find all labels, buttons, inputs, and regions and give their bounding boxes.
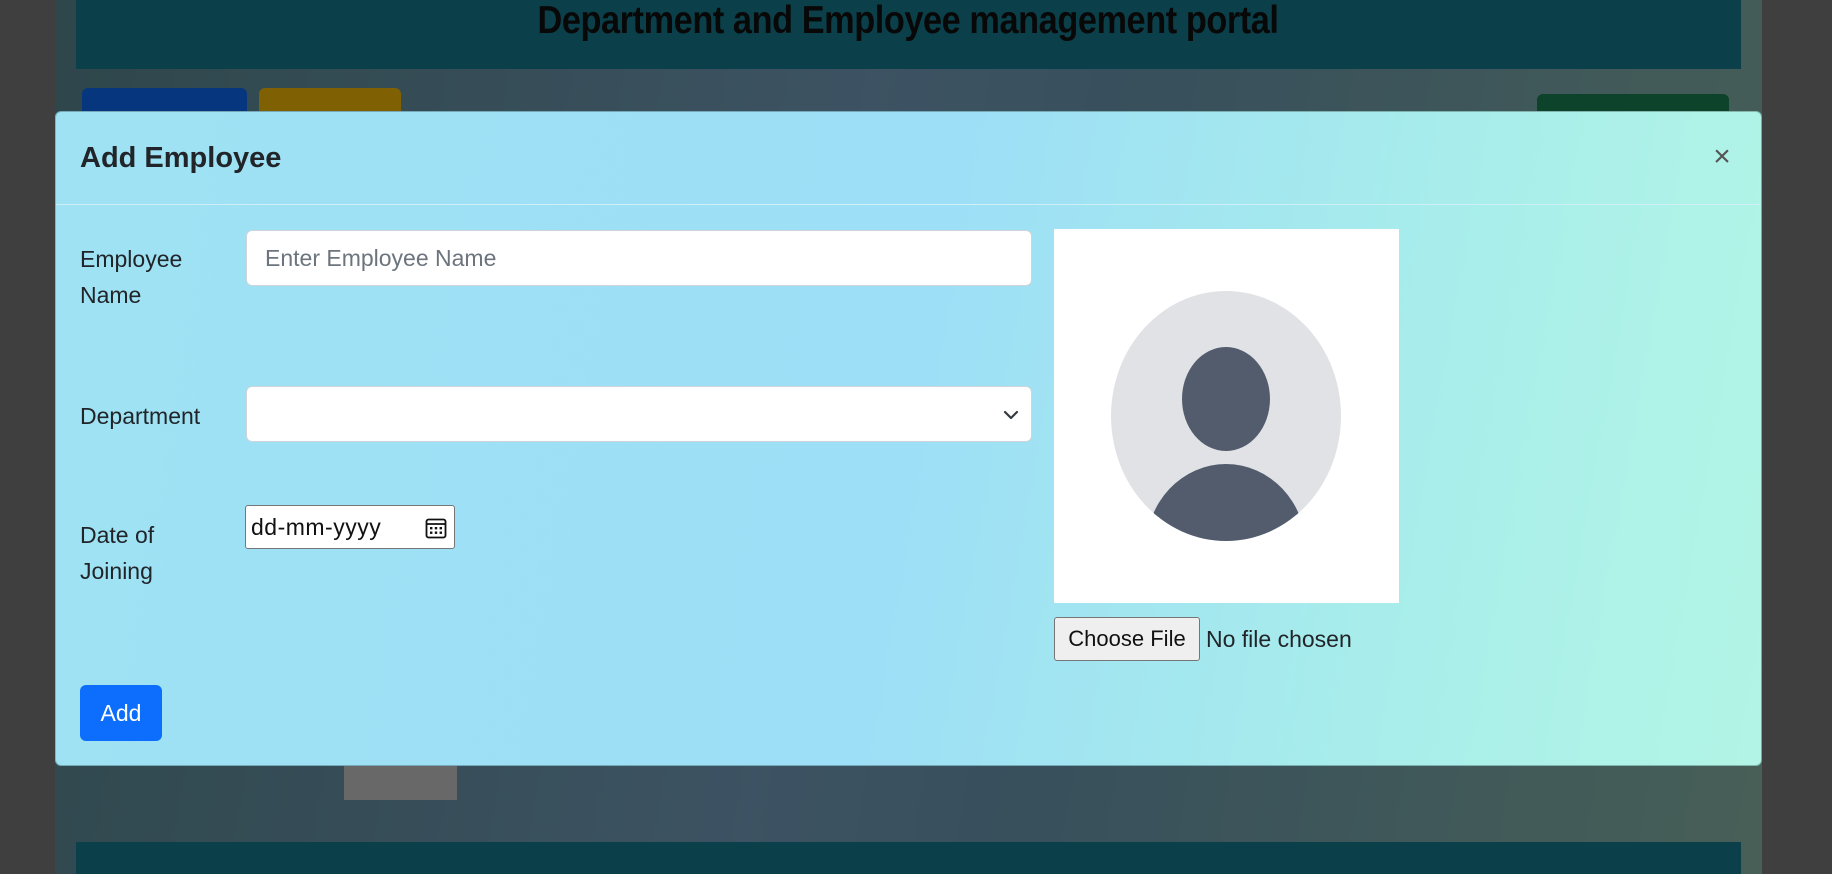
employee-name-input[interactable] xyxy=(246,230,1032,286)
date-of-joining-label: Date of Joining xyxy=(80,522,155,584)
modal-title: Add Employee xyxy=(80,142,282,174)
department-select[interactable] xyxy=(246,386,1032,442)
choose-file-button[interactable]: Choose File xyxy=(1054,617,1200,661)
modal-header: Add Employee × xyxy=(56,112,1761,205)
employee-photo-preview xyxy=(1054,229,1399,603)
department-label: Department xyxy=(80,403,201,429)
calendar-icon[interactable] xyxy=(424,516,448,540)
file-status-text: No file chosen xyxy=(1206,626,1352,652)
employee-name-label: Employee Name xyxy=(80,246,183,308)
close-icon: × xyxy=(1713,140,1731,173)
date-of-joining-input[interactable]: dd-mm-yyyy xyxy=(245,505,455,549)
date-of-joining-value: dd-mm-yyyy xyxy=(251,514,382,540)
add-employee-modal: Add Employee × Employee Name Department … xyxy=(55,111,1762,766)
chevron-down-icon xyxy=(1003,410,1019,420)
add-button[interactable]: Add xyxy=(80,685,162,741)
close-button[interactable]: × xyxy=(1707,142,1737,172)
user-avatar-icon xyxy=(1111,291,1341,541)
